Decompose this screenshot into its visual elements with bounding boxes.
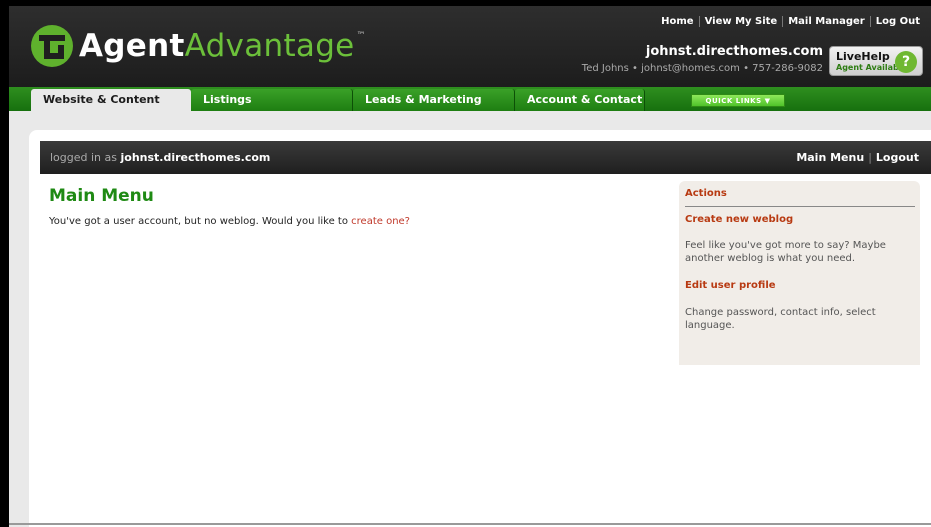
- mail-manager-link[interactable]: Mail Manager: [782, 16, 869, 27]
- main-menu-link[interactable]: Main Menu: [796, 151, 864, 164]
- logout-link[interactable]: Logout: [876, 151, 919, 164]
- no-weblog-message: You've got a user account, but no weblog…: [49, 216, 410, 227]
- tab-leads-marketing[interactable]: Leads & Marketing: [353, 89, 515, 111]
- edit-user-profile-link[interactable]: Edit user profile: [685, 280, 776, 291]
- left-border: [0, 0, 9, 527]
- logged-in-prefix: logged in as: [50, 151, 121, 164]
- logged-in-user: johnst.directhomes.com: [120, 151, 271, 164]
- bottom-divider: [9, 523, 931, 525]
- edit-profile-description: Change password, contact info, select la…: [685, 307, 876, 331]
- logo-agent: Agent: [79, 28, 185, 64]
- actions-divider: [685, 206, 915, 207]
- logo-trademark: ™: [356, 31, 366, 41]
- logo-text: AgentAdvantage ™: [79, 28, 366, 64]
- tab-website-content[interactable]: Website & Content: [31, 89, 191, 111]
- actions-title: Actions: [685, 188, 727, 199]
- message-text: You've got a user account, but no weblog…: [49, 216, 352, 227]
- logo[interactable]: AgentAdvantage ™: [31, 24, 366, 68]
- page-title: Main Menu: [49, 186, 154, 206]
- main-nav: Website & Content Listings Leads & Marke…: [9, 87, 931, 111]
- user-info: Ted Johns • johnst@homes.com • 757-286-9…: [581, 63, 823, 74]
- home-link[interactable]: Home: [656, 16, 698, 27]
- actions-sidebar: Actions Create new weblog Feel like you'…: [679, 181, 920, 365]
- livehelp-title: LiveHelp: [836, 50, 890, 63]
- link-separator: |: [868, 151, 872, 164]
- site-name: johnst.directhomes.com: [645, 44, 823, 59]
- quick-links-dropdown[interactable]: QUICK LINKS ▼: [691, 94, 785, 107]
- top-links: Home View My Site Mail Manager Log Out: [656, 16, 925, 27]
- create-new-weblog-link[interactable]: Create new weblog: [685, 214, 793, 225]
- view-my-site-link[interactable]: View My Site: [698, 16, 783, 27]
- tab-account-contact[interactable]: Account & Contact: [515, 89, 645, 111]
- logo-advantage: Advantage: [184, 28, 355, 64]
- header: AgentAdvantage ™ Home View My Site Mail M…: [9, 6, 931, 90]
- help-question-icon: ?: [895, 51, 917, 73]
- tab-listings[interactable]: Listings: [191, 89, 353, 111]
- browser-page: AgentAdvantage ™ Home View My Site Mail M…: [0, 0, 931, 527]
- logo-mark-icon: [31, 25, 73, 67]
- login-bar: logged in as johnst.directhomes.com Main…: [40, 141, 931, 174]
- create-weblog-link[interactable]: create one?: [351, 216, 410, 227]
- livehelp-button[interactable]: LiveHelp Agent Available ?: [829, 46, 923, 76]
- log-out-link[interactable]: Log Out: [869, 16, 925, 27]
- login-links: Main Menu | Logout: [796, 151, 919, 164]
- create-weblog-description: Feel like you've got more to say? Maybe …: [685, 240, 886, 264]
- logged-in-text: logged in as johnst.directhomes.com: [50, 151, 270, 164]
